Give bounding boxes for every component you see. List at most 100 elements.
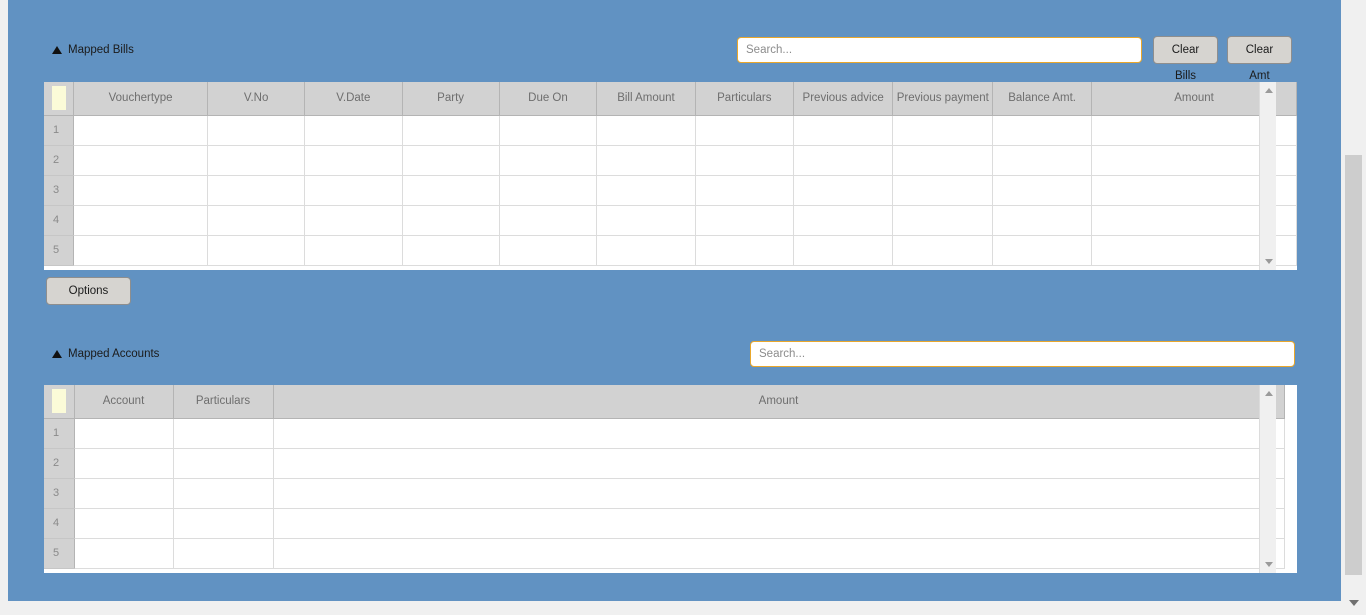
grid-cell[interactable]: [305, 175, 402, 205]
grid-cell[interactable]: [273, 538, 1284, 568]
grid-cell[interactable]: [305, 235, 402, 265]
grid-cell[interactable]: [993, 115, 1092, 145]
grid-cell[interactable]: [597, 205, 695, 235]
grid-cell[interactable]: [893, 145, 993, 175]
grid-cell[interactable]: [695, 175, 793, 205]
clear-bills-button[interactable]: Clear Bills: [1153, 36, 1218, 64]
bills-column-header[interactable]: Party: [402, 82, 499, 115]
accounts-column-header[interactable]: Amount: [273, 385, 1284, 418]
grid-cell[interactable]: [402, 235, 499, 265]
grid-cell[interactable]: [273, 448, 1284, 478]
grid-cell[interactable]: [305, 115, 402, 145]
grid-cell[interactable]: [499, 115, 597, 145]
grid-cell[interactable]: [173, 478, 273, 508]
grid-cell[interactable]: [993, 145, 1092, 175]
grid-cell[interactable]: [305, 205, 402, 235]
grid-cell[interactable]: [793, 205, 892, 235]
bills-grid-scrollbar[interactable]: [1259, 82, 1276, 270]
grid-cell[interactable]: [695, 115, 793, 145]
grid-cell[interactable]: [499, 205, 597, 235]
grid-cell[interactable]: [74, 145, 208, 175]
grid-cell[interactable]: [173, 538, 273, 568]
bills-column-header[interactable]: Previous advice: [793, 82, 892, 115]
grid-cell[interactable]: [499, 175, 597, 205]
grid-cell[interactable]: [74, 478, 173, 508]
grid-cell[interactable]: [273, 478, 1284, 508]
bills-column-header[interactable]: Particulars: [695, 82, 793, 115]
grid-cell[interactable]: [993, 205, 1092, 235]
bills-column-header[interactable]: V.Date: [305, 82, 402, 115]
grid-cell[interactable]: [208, 115, 305, 145]
accounts-search-input[interactable]: [750, 341, 1295, 367]
accounts-column-header[interactable]: Particulars: [173, 385, 273, 418]
grid-cell[interactable]: [402, 175, 499, 205]
grid-cell[interactable]: [402, 205, 499, 235]
accounts-scroll-down-button[interactable]: [1260, 556, 1277, 573]
bills-column-header[interactable]: Previous payment: [893, 82, 993, 115]
grid-cell[interactable]: [893, 235, 993, 265]
grid-cell[interactable]: [74, 205, 208, 235]
grid-cell[interactable]: [74, 115, 208, 145]
corner-swatch: [52, 389, 66, 413]
grid-cell[interactable]: [597, 145, 695, 175]
grid-cell[interactable]: [695, 145, 793, 175]
bills-search-input[interactable]: [737, 37, 1142, 63]
grid-cell[interactable]: [695, 235, 793, 265]
bills-column-header[interactable]: Bill Amount: [597, 82, 695, 115]
grid-cell[interactable]: [208, 145, 305, 175]
options-button[interactable]: Options: [46, 277, 131, 305]
accounts-scroll-thumb[interactable]: [1261, 402, 1276, 502]
grid-cell[interactable]: [993, 235, 1092, 265]
grid-cell[interactable]: [893, 205, 993, 235]
grid-cell[interactable]: [74, 418, 173, 448]
mapped-accounts-toggle[interactable]: Mapped Accounts: [52, 344, 159, 364]
grid-cell[interactable]: [402, 115, 499, 145]
grid-cell[interactable]: [893, 175, 993, 205]
grid-cell[interactable]: [793, 175, 892, 205]
bills-column-header[interactable]: Vouchertype: [74, 82, 208, 115]
grid-cell[interactable]: [74, 235, 208, 265]
grid-cell[interactable]: [208, 205, 305, 235]
bills-scroll-up-button[interactable]: [1260, 82, 1277, 99]
grid-cell[interactable]: [793, 235, 892, 265]
page-scroll-down-button[interactable]: [1341, 590, 1366, 615]
accounts-scroll-up-button[interactable]: [1260, 385, 1277, 402]
accounts-column-header[interactable]: Account: [74, 385, 173, 418]
grid-cell[interactable]: [597, 175, 695, 205]
grid-cell[interactable]: [173, 508, 273, 538]
grid-cell[interactable]: [173, 448, 273, 478]
grid-cell[interactable]: [273, 418, 1284, 448]
table-row: 1: [44, 418, 1284, 448]
grid-cell[interactable]: [597, 235, 695, 265]
bills-scroll-thumb[interactable]: [1261, 99, 1276, 199]
bills-column-header[interactable]: Due On: [499, 82, 597, 115]
grid-cell[interactable]: [499, 145, 597, 175]
grid-cell[interactable]: [208, 235, 305, 265]
mapped-bills-toggle[interactable]: Mapped Bills: [52, 40, 134, 60]
bills-scroll-down-button[interactable]: [1260, 253, 1277, 270]
corner-swatch: [52, 86, 66, 110]
grid-cell[interactable]: [793, 115, 892, 145]
grid-cell[interactable]: [499, 235, 597, 265]
grid-cell[interactable]: [74, 175, 208, 205]
grid-cell[interactable]: [793, 145, 892, 175]
grid-cell[interactable]: [273, 508, 1284, 538]
grid-cell[interactable]: [597, 115, 695, 145]
grid-cell[interactable]: [402, 145, 499, 175]
bills-column-header[interactable]: Balance Amt.: [993, 82, 1092, 115]
grid-cell[interactable]: [893, 115, 993, 145]
bills-table-head: VouchertypeV.NoV.DatePartyDue OnBill Amo…: [44, 82, 1297, 115]
clear-amt-button[interactable]: Clear Amt: [1227, 36, 1292, 64]
grid-cell[interactable]: [305, 145, 402, 175]
grid-cell[interactable]: [993, 175, 1092, 205]
accounts-grid-scrollbar[interactable]: [1259, 385, 1276, 573]
grid-cell[interactable]: [74, 448, 173, 478]
grid-cell[interactable]: [695, 205, 793, 235]
grid-cell[interactable]: [208, 175, 305, 205]
page-scrollbar[interactable]: [1341, 0, 1366, 615]
grid-cell[interactable]: [173, 418, 273, 448]
grid-cell[interactable]: [74, 508, 173, 538]
grid-cell[interactable]: [74, 538, 173, 568]
bills-column-header[interactable]: V.No: [208, 82, 305, 115]
page-scroll-thumb[interactable]: [1345, 155, 1362, 575]
